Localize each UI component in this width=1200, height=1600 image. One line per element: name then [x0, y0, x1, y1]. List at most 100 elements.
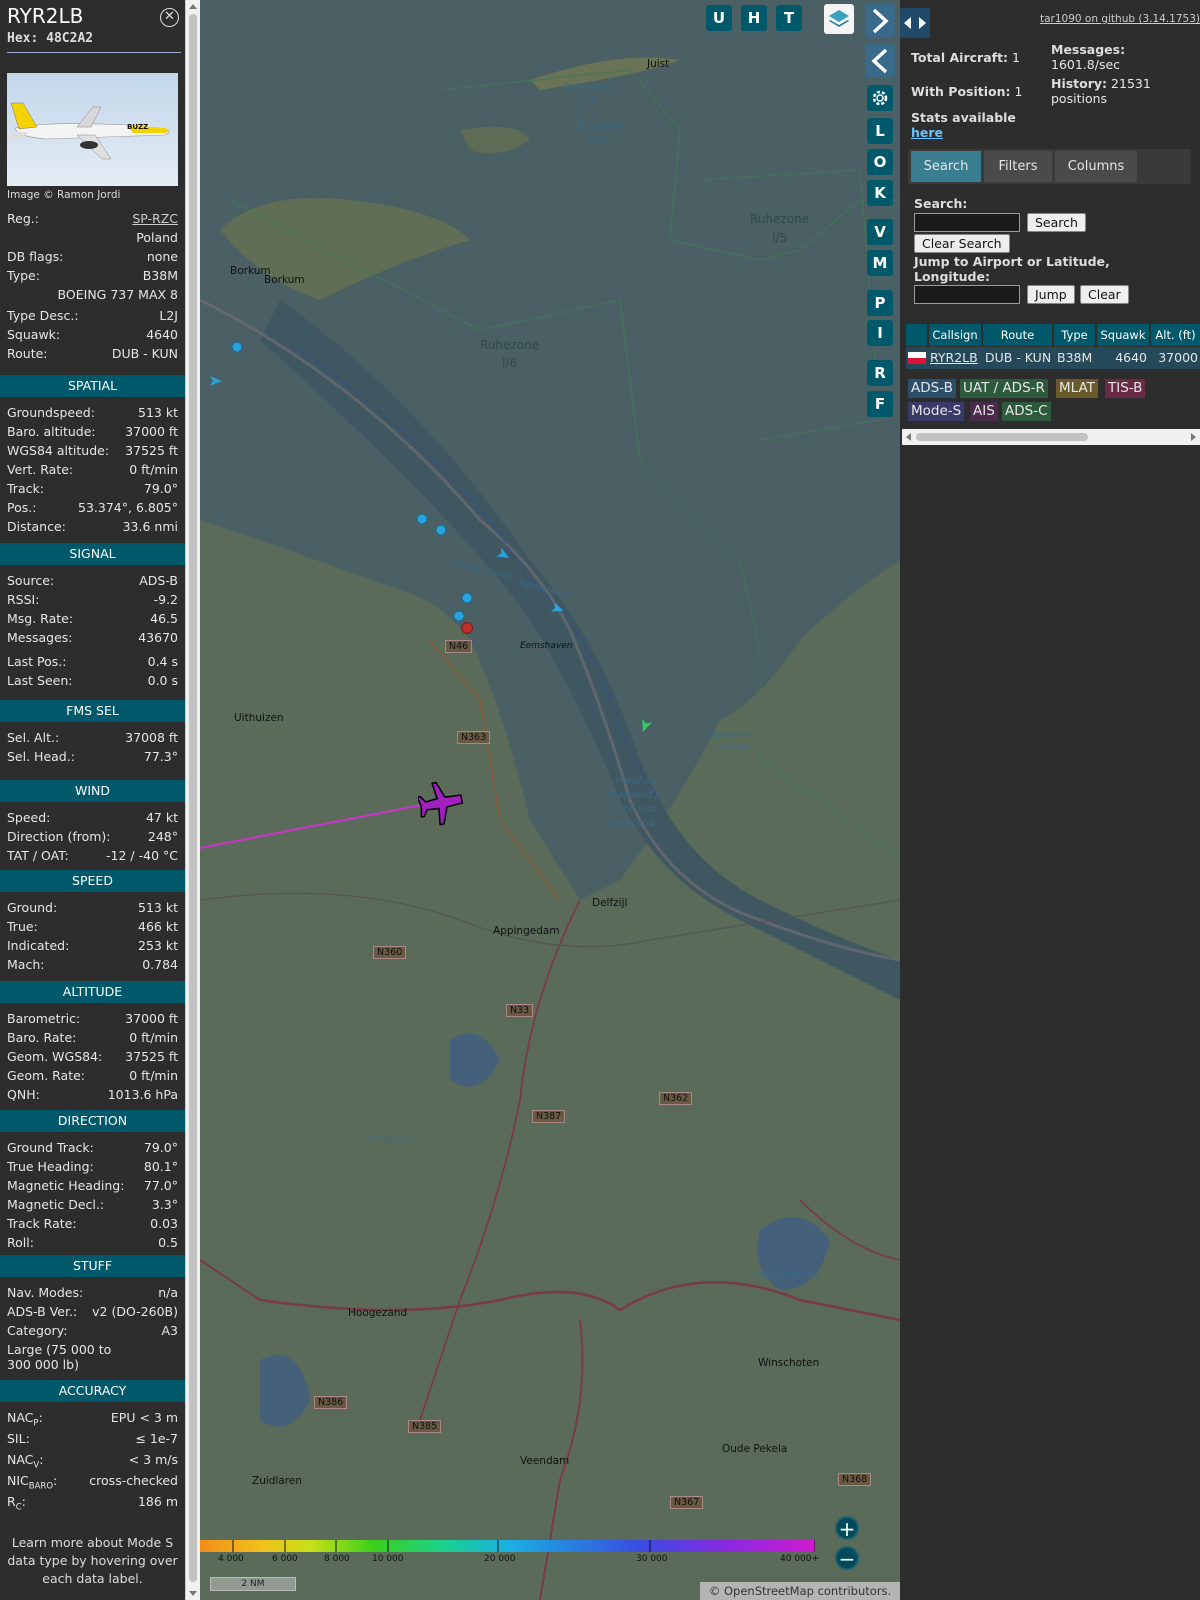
info-value: 37000 ft — [125, 424, 178, 439]
map-toggle-i-button[interactable]: I — [867, 320, 893, 346]
detail-row: Type: B38M — [7, 266, 178, 285]
tab-columns[interactable]: Columns — [1055, 151, 1137, 182]
livery-text: BUZZ — [127, 123, 148, 131]
search-button[interactable]: Search — [1027, 213, 1086, 232]
scroll-left-arrow-icon[interactable] — [905, 433, 913, 441]
place-label: Oude Pekela — [722, 1443, 788, 1455]
scrollbar-thumb[interactable] — [916, 433, 1088, 441]
vessel-marker-icon[interactable] — [460, 621, 474, 635]
vessel-arrow-icon[interactable] — [636, 718, 652, 734]
section-header-stuff: STUFF — [0, 1255, 185, 1277]
info-row: Nav. Modes: n/a — [7, 1283, 178, 1302]
tab-search[interactable]: Search — [911, 151, 981, 182]
zone-label: Hund und — [610, 804, 657, 815]
row-route: DUB - KUN — [985, 350, 1052, 365]
section-header-accuracy: ACCURACY — [0, 1380, 185, 1402]
search-input[interactable] — [914, 213, 1020, 232]
source-chip-uat: UAT / ADS-R — [960, 379, 1048, 398]
jump-label-line: Longitude: — [914, 269, 990, 284]
info-value: 253 kt — [138, 938, 178, 953]
total-aircraft: Total Aircraft: 1 — [911, 50, 1020, 65]
detail-value[interactable]: SP-RZC — [132, 209, 178, 228]
vessel-marker-icon[interactable] — [460, 591, 474, 605]
map-attribution[interactable]: © OpenStreetMap contributors. — [700, 1582, 900, 1600]
stats-link[interactable]: here — [911, 125, 943, 140]
info-value: cross-checked — [89, 1473, 178, 1488]
clear-search-button[interactable]: Clear Search — [914, 234, 1010, 253]
map-toggle-k-button[interactable]: K — [867, 180, 893, 206]
info-label: Vert. Rate: — [7, 462, 74, 477]
selected-aircraft-icon[interactable] — [418, 780, 464, 826]
info-label: ADS-B Ver.: — [7, 1304, 78, 1319]
vessel-arrow-icon[interactable] — [496, 548, 512, 562]
info-value: 0.0 s — [147, 673, 178, 688]
zoom-out-button[interactable]: − — [835, 1546, 859, 1570]
expand-right-button[interactable] — [865, 4, 895, 38]
column-header-type[interactable]: Type — [1054, 324, 1095, 346]
info-panel-scrollbar[interactable] — [185, 0, 200, 1600]
detail-label: Reg.: — [7, 211, 39, 226]
map-toggle-o-button[interactable]: O — [867, 149, 893, 175]
close-icon[interactable]: ✕ — [160, 8, 179, 27]
settings-button[interactable] — [867, 85, 893, 111]
info-label: Indicated: — [7, 938, 70, 953]
place-label: Veendam — [520, 1455, 570, 1467]
info-value: A3 — [161, 1323, 178, 1338]
table-horizontal-scrollbar[interactable] — [902, 429, 1200, 445]
vessel-marker-icon[interactable] — [434, 523, 448, 537]
jump-label-line: Jump to Airport or Latitude, — [914, 254, 1110, 269]
collapse-left-button[interactable] — [865, 44, 895, 78]
info-label: Msg. Rate: — [7, 611, 74, 626]
info-value: 0 ft/min — [129, 1030, 178, 1045]
scrollbar-thumb[interactable] — [189, 14, 197, 1582]
map-toggle-f-button[interactable]: F — [867, 391, 893, 417]
vessel-arrow-icon[interactable] — [550, 602, 566, 616]
info-label: Geom. Rate: — [7, 1068, 86, 1083]
info-row: Source: ADS-B — [7, 571, 178, 590]
map-toggle-r-button[interactable]: R — [867, 360, 893, 386]
zone-label: I/5 — [772, 231, 788, 245]
column-header-route[interactable]: Route — [983, 324, 1052, 346]
info-row: Ground: 513 kt — [7, 898, 178, 917]
jump-input[interactable] — [914, 285, 1020, 304]
column-header-flag[interactable] — [906, 324, 927, 346]
detail-row: Reg.: SP-RZC — [7, 209, 178, 228]
info-value: 0.5 — [158, 1235, 178, 1250]
toggle-t-button[interactable]: T — [776, 5, 802, 31]
github-link[interactable]: tar1090 on github (3.14.1753) — [1040, 13, 1200, 25]
vessel-marker-icon[interactable] — [230, 340, 244, 354]
jump-button[interactable]: Jump — [1027, 285, 1075, 304]
aircraft-photo[interactable]: BUZZ — [7, 73, 178, 186]
scroll-down-arrow-icon[interactable] — [189, 1591, 197, 1596]
map-view[interactable]: Juist Borkum Borkum Uithuizen Eemshaven … — [200, 0, 900, 1600]
zone-label: Nacken — [714, 742, 750, 753]
toggle-h-button[interactable]: H — [741, 5, 767, 31]
zone-label: Ruhezone — [564, 82, 612, 93]
section-header-signal: SIGNAL — [0, 543, 185, 565]
info-value: 33.6 nmi — [122, 519, 178, 534]
clear-button[interactable]: Clear — [1080, 285, 1129, 304]
info-row: Geom. Rate: 0 ft/min — [7, 1066, 178, 1085]
map-toggle-m-button[interactable]: M — [867, 250, 893, 276]
column-header-callsign[interactable]: Callsign — [929, 324, 981, 346]
info-label: Baro. Rate: — [7, 1030, 77, 1045]
layers-button[interactable] — [824, 4, 854, 34]
map-toggle-l-button[interactable]: L — [867, 118, 893, 144]
info-row: Track: 79.0° — [7, 479, 178, 498]
info-value: 77.0° — [143, 1178, 178, 1193]
vessel-arrow-icon[interactable] — [208, 374, 224, 388]
column-header-altitude[interactable]: Alt. (ft) — [1151, 324, 1200, 346]
aircraft-list-panel: tar1090 on github (3.14.1753) Total Airc… — [900, 0, 1200, 1600]
toggle-sidebar-button[interactable] — [900, 8, 930, 38]
map-toggle-p-button[interactable]: P — [867, 290, 893, 316]
toggle-u-button[interactable]: U — [706, 5, 732, 31]
row-callsign[interactable]: RYR2LB — [930, 348, 978, 368]
info-row: Category: A3 — [7, 1321, 178, 1340]
column-header-squawk[interactable]: Squawk — [1097, 324, 1149, 346]
scroll-up-arrow-icon[interactable] — [189, 4, 197, 9]
vessel-marker-icon[interactable] — [415, 512, 429, 526]
zoom-in-button[interactable]: + — [835, 1516, 859, 1540]
tab-filters[interactable]: Filters — [984, 151, 1052, 182]
map-toggle-v-button[interactable]: V — [867, 219, 893, 245]
scroll-right-arrow-icon[interactable] — [1189, 433, 1197, 441]
